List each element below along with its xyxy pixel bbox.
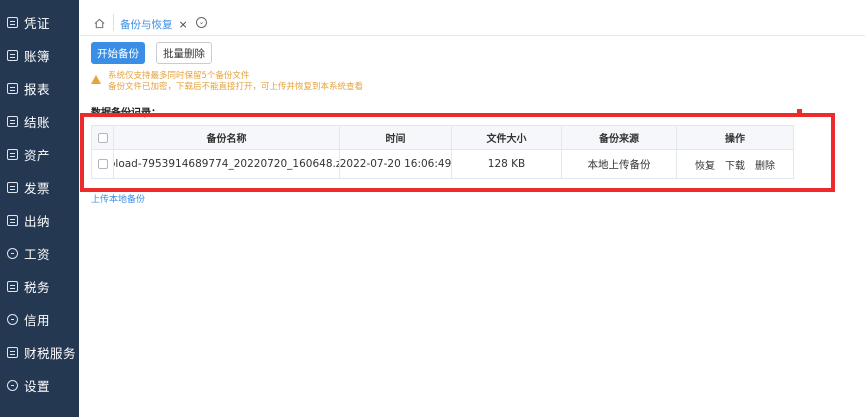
row-checkbox[interactable]	[97, 159, 108, 169]
notice-line: 备份文件已加密，下载后不能直接打开，可上传并恢复到本系统查看	[108, 82, 364, 92]
sidebar-item-voucher[interactable]: 凭证	[0, 7, 79, 37]
sidebar-item-ledger[interactable]: 账簿	[0, 40, 79, 70]
service-icon	[7, 346, 18, 358]
sidebar-item-label: 信用	[24, 312, 51, 328]
tabs-more-icon[interactable]: ⌄	[196, 17, 207, 28]
sidebar-item-invoice[interactable]: 发票	[0, 172, 79, 202]
notice-line: 系统仅支持最多同时保留5个备份文件	[108, 71, 250, 81]
cashier-icon	[7, 214, 18, 226]
sidebar-item-label: 设置	[24, 378, 51, 394]
backup-name-cell: upload-7953914689774_20220720_160648.zip	[114, 150, 340, 178]
select-all-checkbox[interactable]	[97, 132, 108, 143]
backup-source-cell: 本地上传备份	[562, 150, 677, 178]
start-backup-button[interactable]: 开始备份	[91, 42, 145, 64]
tab-bar: 备份与恢复 × ⌄	[80, 10, 865, 36]
header-check-cell	[92, 126, 114, 149]
sidebar-item-cashier[interactable]: 出纳	[0, 205, 79, 235]
closing-icon	[7, 115, 18, 127]
warning-icon	[91, 75, 101, 84]
backup-size-cell: 128 KB	[452, 150, 562, 178]
home-icon	[94, 18, 104, 28]
column-header-name: 备份名称	[114, 126, 340, 149]
section-title: 数据备份记录：	[91, 108, 161, 119]
close-icon[interactable]: ×	[179, 18, 188, 31]
sidebar-item-label: 税务	[24, 279, 51, 295]
delete-button[interactable]: 删除	[755, 157, 775, 172]
credit-icon	[7, 313, 18, 325]
table-header-row: 备份名称 时间 文件大小 备份来源 操作	[92, 126, 793, 150]
sidebar: 凭证 账簿 报表 结账 资产 发票 出纳 工资 税务 信用 财税服务 设置	[0, 0, 79, 417]
backup-table: 备份名称 时间 文件大小 备份来源 操作 upload-795391468977…	[91, 125, 794, 179]
column-header-ops: 操作	[725, 134, 745, 145]
asset-icon	[7, 148, 18, 160]
sidebar-item-closing[interactable]: 结账	[0, 106, 79, 136]
column-header-time: 时间	[340, 126, 452, 149]
upload-local-backup-link[interactable]: 上传本地备份	[91, 192, 145, 205]
sidebar-item-label: 结账	[24, 114, 51, 130]
salary-icon	[7, 247, 18, 259]
sidebar-item-label: 报表	[24, 81, 51, 97]
sidebar-item-salary[interactable]: 工资	[0, 238, 79, 268]
sidebar-item-label: 财税服务	[24, 345, 77, 361]
home-tab[interactable]	[91, 15, 107, 31]
restore-button[interactable]: 恢复	[695, 157, 715, 172]
sidebar-item-label: 工资	[24, 246, 51, 262]
tax-icon	[7, 280, 18, 292]
row-actions: 恢复 下载 删除	[695, 157, 775, 172]
invoice-icon	[7, 181, 18, 193]
sidebar-item-label: 凭证	[24, 15, 51, 31]
sidebar-item-tax[interactable]: 税务	[0, 271, 79, 301]
ledger-icon	[7, 49, 18, 61]
settings-icon	[7, 379, 18, 391]
sidebar-item-label: 出纳	[24, 213, 51, 229]
backup-ops-cell: 恢复 下载 删除	[677, 150, 793, 178]
tab-divider	[113, 14, 114, 31]
sidebar-item-label: 发票	[24, 180, 51, 196]
table-row: upload-7953914689774_20220720_160648.zip…	[92, 150, 793, 178]
download-button[interactable]: 下载	[725, 157, 745, 172]
report-icon	[7, 82, 18, 94]
sidebar-item-service[interactable]: 财税服务	[0, 337, 79, 367]
red-highlight-mark	[797, 109, 802, 113]
sidebar-item-report[interactable]: 报表	[0, 73, 79, 103]
sidebar-item-asset[interactable]: 资产	[0, 139, 79, 169]
voucher-icon	[7, 16, 18, 28]
column-header-source: 备份来源	[562, 126, 677, 149]
backup-time-cell: 2022-07-20 16:06:49	[340, 150, 452, 178]
batch-delete-button[interactable]: 批量删除	[156, 42, 212, 64]
sidebar-item-settings[interactable]: 设置	[0, 370, 79, 400]
tab-backup-restore[interactable]: 备份与恢复 ×	[120, 16, 188, 32]
column-header-size: 文件大小	[452, 126, 562, 149]
sidebar-item-label: 资产	[24, 147, 51, 163]
tab-label: 备份与恢复	[120, 18, 173, 31]
sidebar-item-label: 账簿	[24, 48, 51, 64]
row-check-cell	[92, 150, 114, 178]
sidebar-item-credit[interactable]: 信用	[0, 304, 79, 334]
